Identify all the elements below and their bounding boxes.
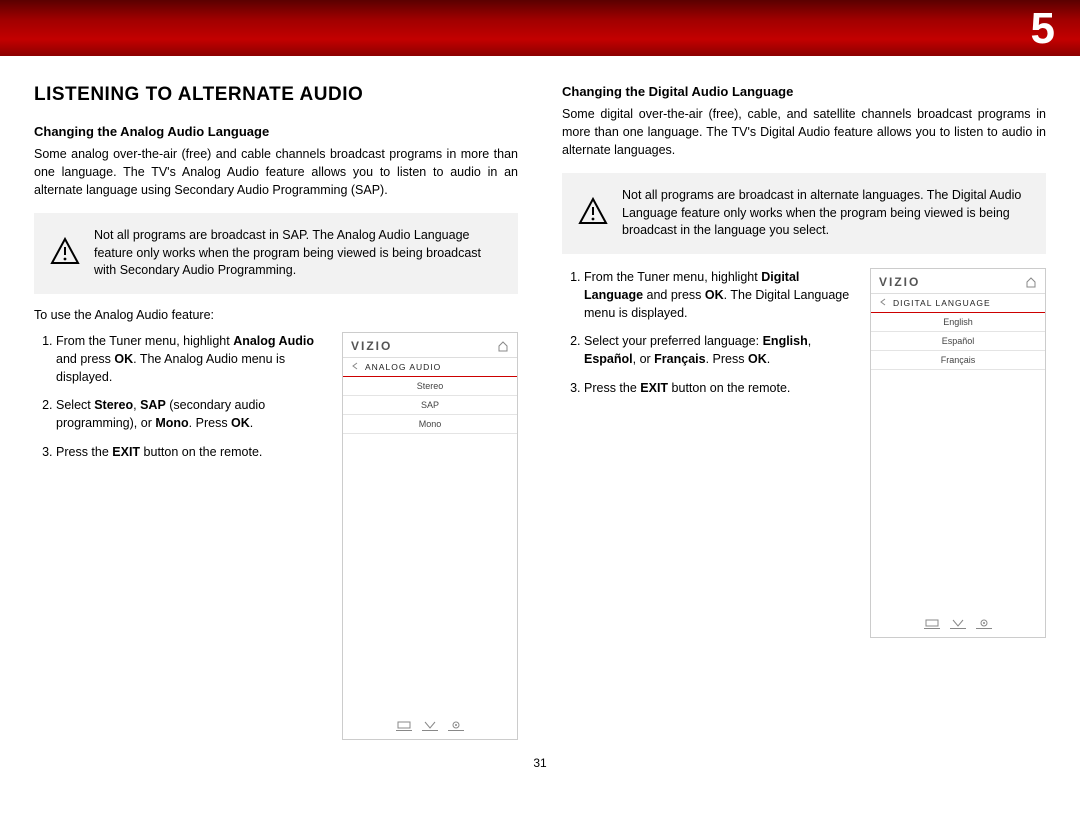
menu-item-english: English — [871, 313, 1045, 332]
right-intro: Some digital over-the-air (free), cable,… — [562, 105, 1046, 159]
menu-brand: VIZIO — [879, 275, 920, 289]
menu-brand: VIZIO — [351, 339, 392, 353]
menu-item-sap: SAP — [343, 396, 517, 415]
t: Stereo — [94, 398, 133, 412]
t: button on the remote. — [668, 381, 790, 395]
menu-footer-icons — [343, 715, 517, 731]
warning-icon — [50, 237, 80, 270]
analog-audio-menu: VIZIO ANALOG AUDIO Stereo SAP Mono — [342, 332, 518, 740]
right-column: Changing the Digital Audio Language Some… — [562, 84, 1046, 740]
menu-back-row: ANALOG AUDIO — [343, 358, 517, 377]
right-step-2: Select your preferred language: English,… — [584, 332, 852, 368]
warning-icon — [578, 197, 608, 230]
t: OK — [231, 416, 250, 430]
menu-item-francais: Français — [871, 351, 1045, 370]
t: Français — [654, 352, 705, 366]
chapter-banner: 5 — [0, 0, 1080, 56]
right-step-1: From the Tuner menu, highlight Digital L… — [584, 268, 852, 322]
t: OK — [114, 352, 133, 366]
gear-icon — [448, 721, 464, 731]
t: EXIT — [112, 445, 140, 459]
menu-title: ANALOG AUDIO — [365, 362, 441, 372]
left-intro: Some analog over-the-air (free) and cabl… — [34, 145, 518, 199]
t: button on the remote. — [140, 445, 262, 459]
t: From the Tuner menu, highlight — [584, 270, 761, 284]
left-step-2: Select Stereo, SAP (secondary audio prog… — [56, 396, 324, 432]
left-step-3: Press the EXIT button on the remote. — [56, 443, 324, 461]
menu-header: VIZIO — [343, 333, 517, 358]
t: Mono — [155, 416, 188, 430]
left-column: LISTENING TO ALTERNATE AUDIO Changing th… — [34, 84, 518, 740]
page-content: LISTENING TO ALTERNATE AUDIO Changing th… — [0, 56, 1080, 750]
right-warning-text: Not all programs are broadcast in altern… — [622, 187, 1030, 240]
t: SAP — [140, 398, 166, 412]
home-icon — [1025, 276, 1037, 288]
t: . Press — [189, 416, 231, 430]
t: Español — [584, 352, 633, 366]
t: Press the — [56, 445, 112, 459]
t: English — [763, 334, 808, 348]
t: . — [250, 416, 253, 430]
right-step-3: Press the EXIT button on the remote. — [584, 379, 852, 397]
t: EXIT — [640, 381, 668, 395]
t: and press — [56, 352, 114, 366]
menu-footer-icons — [871, 613, 1045, 629]
back-icon — [351, 362, 359, 372]
left-steps-row: From the Tuner menu, highlight Analog Au… — [34, 332, 518, 740]
menu-header: VIZIO — [871, 269, 1045, 294]
left-warning-text: Not all programs are broadcast in SAP. T… — [94, 227, 502, 280]
left-steps: From the Tuner menu, highlight Analog Au… — [34, 332, 324, 471]
left-step-1: From the Tuner menu, highlight Analog Au… — [56, 332, 324, 386]
right-subheading: Changing the Digital Audio Language — [562, 84, 1046, 99]
t: Analog Audio — [233, 334, 314, 348]
t: Select your preferred language: — [584, 334, 763, 348]
menu-title: DIGITAL LANGUAGE — [893, 298, 991, 308]
right-steps-row: From the Tuner menu, highlight Digital L… — [562, 268, 1046, 638]
t: Select — [56, 398, 94, 412]
t: From the Tuner menu, highlight — [56, 334, 233, 348]
t: OK — [705, 288, 724, 302]
page-number: 31 — [0, 756, 1080, 770]
t: . Press — [706, 352, 748, 366]
section-title: LISTENING TO ALTERNATE AUDIO — [34, 84, 518, 106]
menu-item-espanol: Español — [871, 332, 1045, 351]
menu-item-mono: Mono — [343, 415, 517, 434]
digital-language-menu: VIZIO DIGITAL LANGUAGE English Español F… — [870, 268, 1046, 638]
t: . — [767, 352, 770, 366]
v-icon — [950, 619, 966, 629]
t: and press — [643, 288, 705, 302]
t: , — [808, 334, 811, 348]
right-steps: From the Tuner menu, highlight Digital L… — [562, 268, 852, 407]
wide-icon — [396, 721, 412, 731]
home-icon — [497, 340, 509, 352]
menu-back-row: DIGITAL LANGUAGE — [871, 294, 1045, 313]
v-icon — [422, 721, 438, 731]
menu-item-stereo: Stereo — [343, 377, 517, 396]
t: , or — [633, 352, 655, 366]
chapter-number: 5 — [1031, 4, 1056, 54]
wide-icon — [924, 619, 940, 629]
left-lead: To use the Analog Audio feature: — [34, 308, 518, 322]
left-warning-box: Not all programs are broadcast in SAP. T… — [34, 213, 518, 294]
gear-icon — [976, 619, 992, 629]
t: Press the — [584, 381, 640, 395]
t: OK — [748, 352, 767, 366]
left-subheading: Changing the Analog Audio Language — [34, 124, 518, 139]
back-icon — [879, 298, 887, 308]
right-warning-box: Not all programs are broadcast in altern… — [562, 173, 1046, 254]
